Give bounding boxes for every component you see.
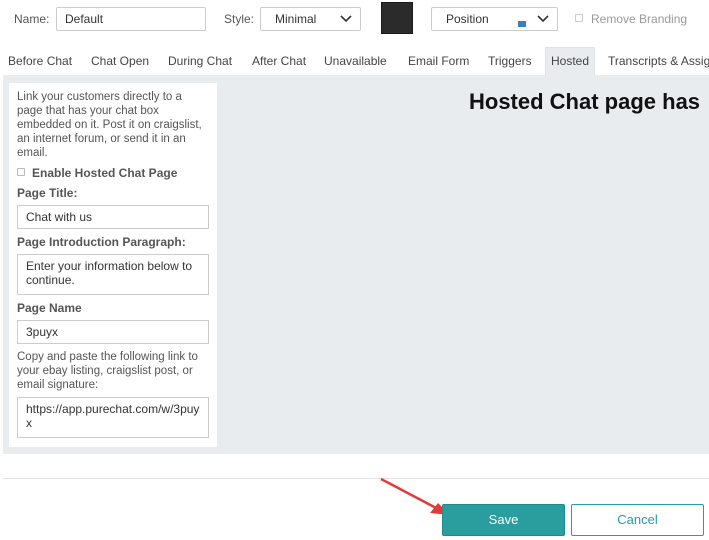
copy-link-hint: Copy and paste the following link to you… bbox=[17, 351, 198, 391]
tab-triggers[interactable]: Triggers bbox=[488, 47, 532, 75]
toolbar: Name: Default Style: Minimal Position Re… bbox=[0, 0, 709, 40]
name-label: Name: bbox=[14, 12, 50, 26]
style-select[interactable]: Minimal bbox=[260, 7, 361, 31]
remove-branding-checkbox[interactable] bbox=[575, 13, 583, 22]
style-label: Style: bbox=[224, 12, 255, 26]
hosted-preview-title: Hosted Chat page has bbox=[469, 89, 701, 114]
enable-hosted-label: Enable Hosted Chat Page bbox=[32, 166, 178, 180]
tab-transcripts[interactable]: Transcripts & Assig bbox=[608, 47, 709, 75]
page-name-input[interactable]: 3puyx bbox=[17, 320, 209, 344]
tab-unavailable[interactable]: Unavailable bbox=[324, 47, 387, 75]
page-title-label: Page Title: bbox=[17, 186, 78, 200]
tab-bar: Before Chat Chat Open During Chat After … bbox=[0, 47, 709, 75]
page-name-label: Page Name bbox=[17, 301, 82, 315]
style-select-value: Minimal bbox=[275, 12, 317, 26]
tab-after-chat[interactable]: After Chat bbox=[252, 47, 306, 75]
preview-panel: Link your customers directly to a page t… bbox=[3, 75, 709, 454]
remove-branding-option[interactable]: Remove Branding bbox=[575, 12, 687, 26]
hosted-settings-form: Link your customers directly to a page t… bbox=[9, 83, 217, 447]
tab-during-chat[interactable]: During Chat bbox=[168, 47, 232, 75]
hosted-link-textarea[interactable]: https://app.purechat.com/w/3puyx bbox=[17, 397, 209, 438]
enable-hosted-row[interactable]: Enable Hosted Chat Page bbox=[17, 166, 209, 180]
tab-hosted[interactable]: Hosted bbox=[545, 47, 596, 75]
chevron-down-icon bbox=[340, 15, 352, 23]
tab-chat-open[interactable]: Chat Open bbox=[91, 47, 149, 75]
position-select-value: Position bbox=[446, 12, 489, 26]
color-swatch[interactable] bbox=[381, 2, 413, 34]
chevron-down-icon bbox=[537, 15, 549, 23]
position-select[interactable]: Position bbox=[431, 7, 558, 31]
enable-hosted-checkbox[interactable] bbox=[17, 167, 25, 176]
page-title-input[interactable]: Chat with us bbox=[17, 205, 209, 229]
tab-before-chat[interactable]: Before Chat bbox=[8, 47, 72, 75]
intro-paragraph-textarea[interactable]: Enter your information below to continue… bbox=[17, 254, 209, 295]
save-button[interactable]: Save bbox=[442, 504, 565, 536]
name-input[interactable]: Default bbox=[56, 7, 206, 31]
footer-divider bbox=[3, 478, 709, 479]
tab-email-form[interactable]: Email Form bbox=[408, 47, 469, 75]
position-preview-icon bbox=[518, 21, 526, 27]
hosted-intro-text: Link your customers directly to a page t… bbox=[17, 91, 202, 159]
cancel-button[interactable]: Cancel bbox=[571, 504, 704, 536]
remove-branding-label: Remove Branding bbox=[591, 12, 688, 26]
intro-paragraph-label: Page Introduction Paragraph: bbox=[17, 235, 186, 249]
